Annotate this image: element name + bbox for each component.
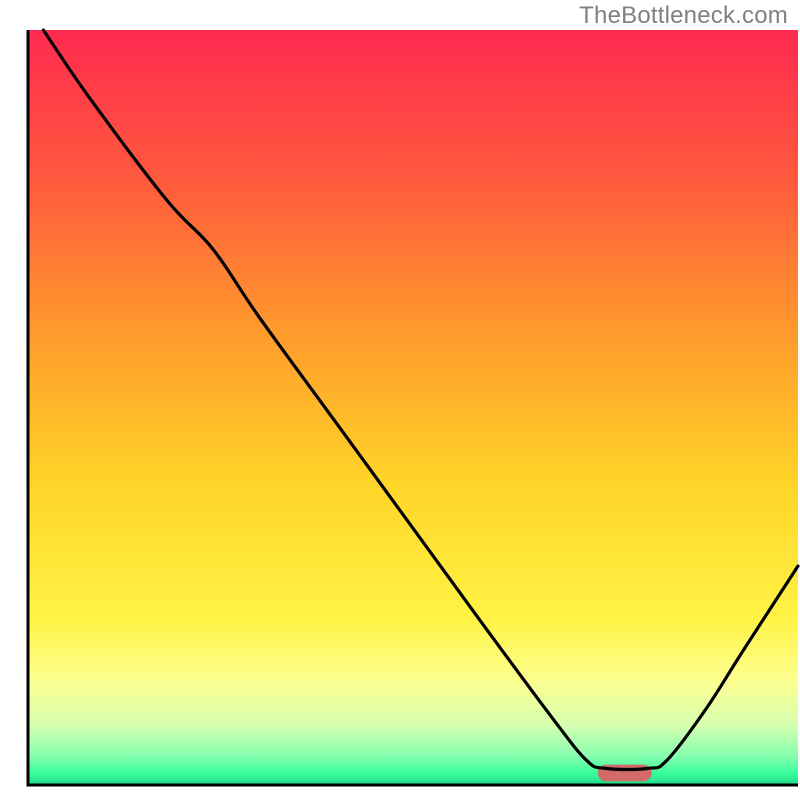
gradient-background (28, 30, 798, 785)
chart-frame: TheBottleneck.com (0, 0, 800, 800)
bottleneck-chart (0, 0, 800, 800)
